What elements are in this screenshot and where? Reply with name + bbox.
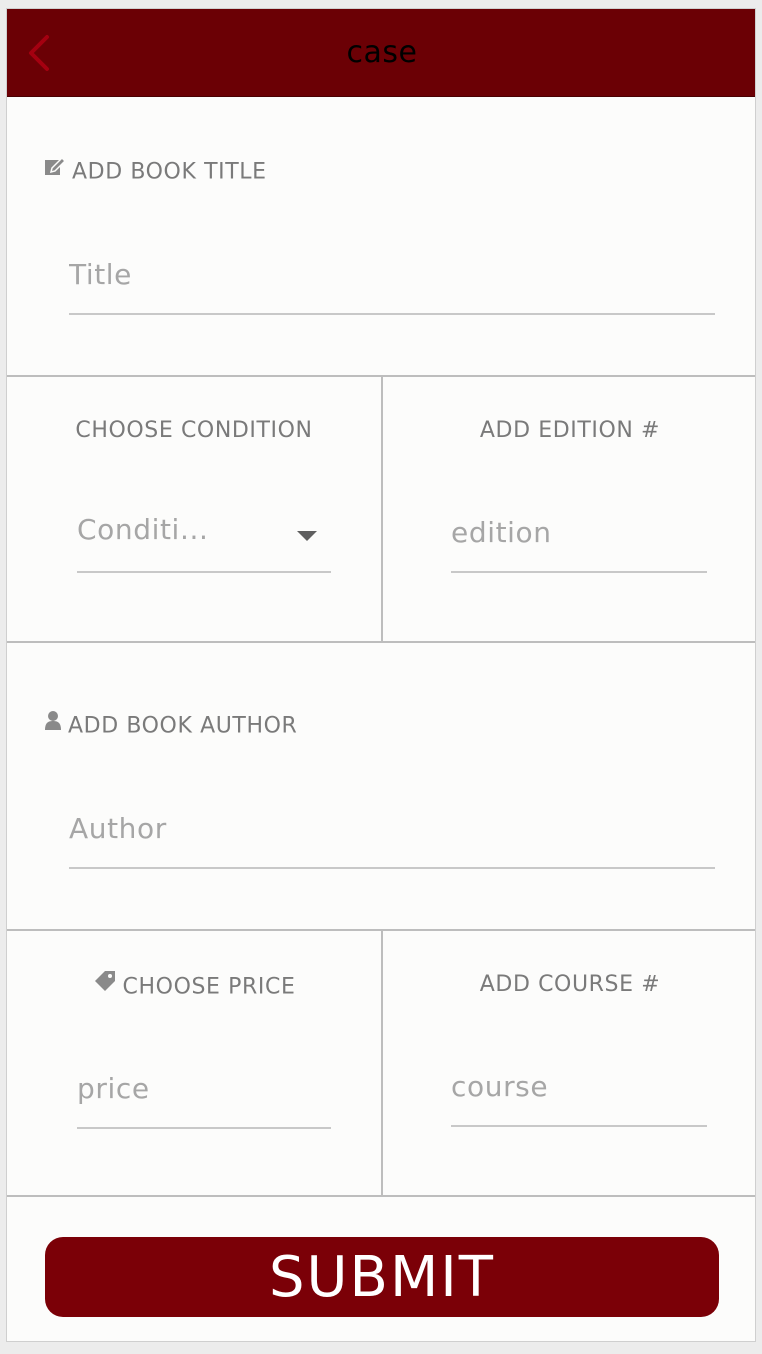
course-input[interactable]: [451, 1067, 707, 1127]
page-title: case: [346, 35, 418, 70]
divider: [7, 641, 755, 643]
author-input[interactable]: [69, 809, 715, 869]
price-input[interactable]: [77, 1069, 331, 1129]
book-title-label-text: ADD BOOK TITLE: [72, 159, 267, 185]
caret-down-icon: [297, 531, 317, 541]
book-title-label: ADD BOOK TITLE: [44, 156, 267, 185]
edit-icon: [44, 156, 67, 182]
edition-label: ADD EDITION #: [479, 418, 661, 443]
header-bar: case: [7, 9, 755, 97]
edition-input[interactable]: [451, 513, 707, 573]
condition-label: CHOOSE CONDITION: [75, 418, 313, 443]
author-label: ADD BOOK AUTHOR: [44, 710, 298, 739]
tag-icon: [93, 969, 117, 999]
author-label-text: ADD BOOK AUTHOR: [68, 713, 298, 739]
condition-select[interactable]: Conditi...: [77, 513, 331, 573]
column-divider: [381, 375, 383, 641]
add-book-screen: case ADD BOOK TITLE CHOOSE CONDITION Con…: [6, 8, 756, 1342]
course-label: ADD COURSE #: [479, 972, 661, 997]
title-input[interactable]: [69, 255, 715, 315]
submit-button[interactable]: SUBMIT: [45, 1237, 719, 1317]
price-label: CHOOSE PRICE: [7, 969, 381, 1002]
divider: [7, 1195, 755, 1197]
user-icon: [44, 710, 62, 736]
condition-selected-value: Conditi...: [77, 513, 209, 546]
column-divider: [381, 929, 383, 1195]
price-label-text: CHOOSE PRICE: [122, 974, 296, 1000]
